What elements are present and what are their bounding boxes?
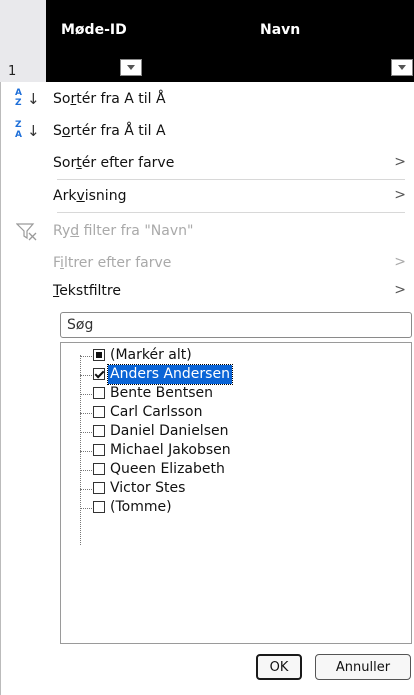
menu-clear-filter-label: Ryd filter fra "Navn" [53,223,194,239]
filter-list-item-label: Anders Andersen [107,364,233,385]
cancel-button[interactable]: Annuller [315,654,411,680]
header-row: Møde-ID Navn [46,0,414,82]
menu-sort-by-color-label: Sortér efter farve [53,155,175,171]
menu-sheet-view-label: Arkvisning [53,188,127,204]
tree-branch [80,413,92,414]
filter-list-item-label: Daniel Danielsen [110,423,229,439]
menu-separator [57,179,405,180]
checkbox[interactable] [93,425,105,437]
checkbox[interactable] [93,501,105,513]
search-input[interactable] [60,312,412,338]
checkbox[interactable] [93,444,105,456]
sort-descending-icon: Z A ↓ [15,120,40,140]
autofilter-popup: A Z ↓ Sortér fra A til Å Z A ↓ Sortér fr… [0,82,414,695]
checkbox[interactable] [93,463,105,475]
menu-filter-by-color-label: Filtrer efter farve [53,255,172,271]
menu-sort-z-to-a[interactable]: Z A ↓ Sortér fra Å til A [1,116,414,148]
tree-branch [80,394,92,395]
tree-branch [80,470,92,471]
tree-branch [80,375,92,376]
menu-clear-filter[interactable]: Ryd filter fra "Navn" [1,216,414,248]
row-header-gutter: 1 [0,0,47,82]
clear-filter-icon [16,223,37,241]
chevron-right-icon: > [394,187,406,203]
checkbox[interactable] [93,387,105,399]
filter-list-item-label: (Markér alt) [110,347,192,363]
filter-values-list[interactable]: (Markér alt) Anders Andersen Bente Bentsen… [60,342,412,644]
ok-button[interactable]: OK [256,654,302,680]
autofilter-dropdown-navn[interactable] [391,59,413,76]
tree-branch [80,356,92,357]
checkbox[interactable] [93,368,105,380]
filter-list-item-label: Victor Stes [110,480,186,496]
checkbox[interactable] [93,406,105,418]
row-number[interactable]: 1 [8,64,16,79]
filter-list-item-label: Carl Carlsson [110,404,203,420]
checkbox[interactable] [93,349,105,361]
menu-text-filters[interactable]: Tekstfiltre > [1,276,414,308]
menu-sort-z-to-a-label: Sortér fra Å til A [53,123,166,139]
column-header-navn[interactable]: Navn [260,22,300,38]
chevron-right-icon: > [394,282,406,298]
tree-branch [80,451,92,452]
menu-sort-by-color[interactable]: Sortér efter farve > [1,148,414,180]
autofilter-dropdown-moede-id[interactable] [120,59,142,76]
menu-separator [57,212,405,213]
filter-list-item-label: Queen Elizabeth [110,461,225,477]
tree-connector [80,355,81,545]
checkbox[interactable] [93,482,105,494]
chevron-right-icon: > [394,154,406,170]
menu-sheet-view[interactable]: Arkvisning > [1,181,414,213]
tree-branch [80,432,92,433]
menu-sort-a-to-z[interactable]: A Z ↓ Sortér fra A til Å [1,84,414,116]
filter-list-item-label: (Tomme) [110,499,172,515]
menu-sort-a-to-z-label: Sortér fra A til Å [53,91,166,107]
tree-branch [80,508,92,509]
chevron-right-icon: > [394,254,406,270]
menu-text-filters-label: Tekstfiltre [53,283,121,299]
sort-ascending-icon: A Z ↓ [15,88,40,108]
tree-branch [80,489,92,490]
filter-list-item-label: Bente Bentsen [110,385,214,401]
filter-list-item-label: Michael Jakobsen [110,442,231,458]
column-header-moede-id[interactable]: Møde-ID [61,22,127,38]
spreadsheet-header: 1 Møde-ID Navn [0,0,414,82]
